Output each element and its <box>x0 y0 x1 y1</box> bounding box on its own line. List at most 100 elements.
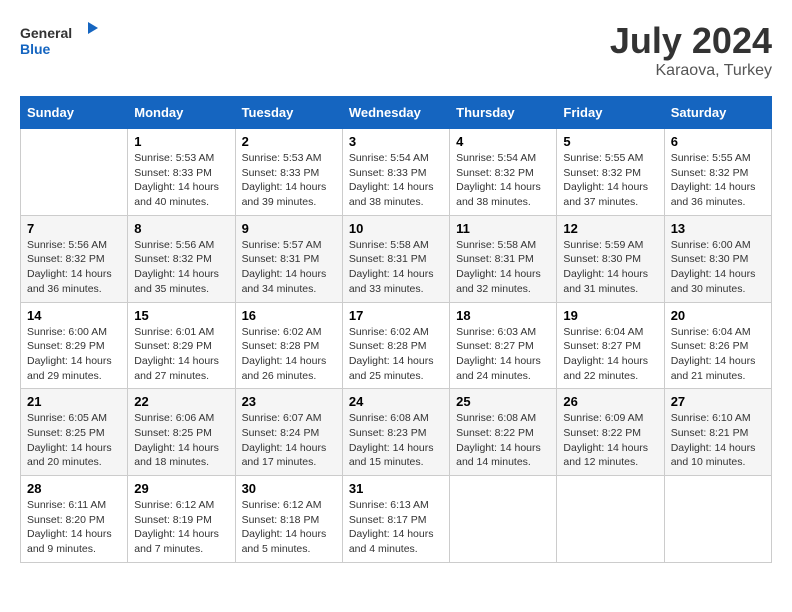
calendar-cell: 24 Sunrise: 6:08 AMSunset: 8:23 PMDayligh… <box>342 389 449 476</box>
day-info: Sunrise: 5:59 AMSunset: 8:30 PMDaylight:… <box>563 238 657 297</box>
calendar-cell: 17 Sunrise: 6:02 AMSunset: 8:28 PMDayligh… <box>342 302 449 389</box>
day-number: 14 <box>27 308 121 323</box>
day-number: 5 <box>563 134 657 149</box>
calendar-cell <box>664 476 771 563</box>
calendar-cell: 27 Sunrise: 6:10 AMSunset: 8:21 PMDayligh… <box>664 389 771 476</box>
day-number: 21 <box>27 394 121 409</box>
calendar-cell: 3 Sunrise: 5:54 AMSunset: 8:33 PMDaylight… <box>342 129 449 216</box>
day-number: 18 <box>456 308 550 323</box>
day-info: Sunrise: 6:08 AMSunset: 8:22 PMDaylight:… <box>456 411 550 470</box>
calendar-cell <box>21 129 128 216</box>
day-header-tuesday: Tuesday <box>235 97 342 129</box>
day-info: Sunrise: 5:58 AMSunset: 8:31 PMDaylight:… <box>456 238 550 297</box>
day-number: 26 <box>563 394 657 409</box>
calendar-cell <box>557 476 664 563</box>
calendar-cell: 31 Sunrise: 6:13 AMSunset: 8:17 PMDayligh… <box>342 476 449 563</box>
day-info: Sunrise: 6:00 AMSunset: 8:30 PMDaylight:… <box>671 238 765 297</box>
day-number: 29 <box>134 481 228 496</box>
calendar-week-row: 28 Sunrise: 6:11 AMSunset: 8:20 PMDayligh… <box>21 476 772 563</box>
day-number: 31 <box>349 481 443 496</box>
day-info: Sunrise: 5:53 AMSunset: 8:33 PMDaylight:… <box>134 151 228 210</box>
day-number: 16 <box>242 308 336 323</box>
calendar-cell: 29 Sunrise: 6:12 AMSunset: 8:19 PMDayligh… <box>128 476 235 563</box>
day-number: 24 <box>349 394 443 409</box>
day-header-wednesday: Wednesday <box>342 97 449 129</box>
calendar-week-row: 14Sunrise: 6:00 AMSunset: 8:29 PMDayligh… <box>21 302 772 389</box>
day-number: 6 <box>671 134 765 149</box>
calendar-cell <box>450 476 557 563</box>
calendar-cell: 6Sunrise: 5:55 AMSunset: 8:32 PMDaylight… <box>664 129 771 216</box>
calendar-cell: 2 Sunrise: 5:53 AMSunset: 8:33 PMDaylight… <box>235 129 342 216</box>
day-number: 15 <box>134 308 228 323</box>
day-header-sunday: Sunday <box>21 97 128 129</box>
day-header-friday: Friday <box>557 97 664 129</box>
day-number: 17 <box>349 308 443 323</box>
calendar-cell: 28 Sunrise: 6:11 AMSunset: 8:20 PMDayligh… <box>21 476 128 563</box>
day-number: 8 <box>134 221 228 236</box>
day-number: 13 <box>671 221 765 236</box>
day-info: Sunrise: 6:11 AMSunset: 8:20 PMDaylight:… <box>27 498 121 557</box>
calendar-cell: 8Sunrise: 5:56 AMSunset: 8:32 PMDaylight… <box>128 215 235 302</box>
title-block: July 2024 Karaova, Turkey <box>610 20 772 80</box>
calendar-cell: 11Sunrise: 5:58 AMSunset: 8:31 PMDayligh… <box>450 215 557 302</box>
calendar-cell: 23 Sunrise: 6:07 AMSunset: 8:24 PMDayligh… <box>235 389 342 476</box>
day-info: Sunrise: 6:07 AMSunset: 8:24 PMDaylight:… <box>242 411 336 470</box>
day-info: Sunrise: 6:10 AMSunset: 8:21 PMDaylight:… <box>671 411 765 470</box>
calendar-cell: 13 Sunrise: 6:00 AMSunset: 8:30 PMDayligh… <box>664 215 771 302</box>
day-number: 30 <box>242 481 336 496</box>
calendar-cell: 16 Sunrise: 6:02 AMSunset: 8:28 PMDayligh… <box>235 302 342 389</box>
day-info: Sunrise: 6:13 AMSunset: 8:17 PMDaylight:… <box>349 498 443 557</box>
day-info: Sunrise: 6:06 AMSunset: 8:25 PMDaylight:… <box>134 411 228 470</box>
day-number: 23 <box>242 394 336 409</box>
calendar-header-row: SundayMondayTuesdayWednesdayThursdayFrid… <box>21 97 772 129</box>
calendar-cell: 14Sunrise: 6:00 AMSunset: 8:29 PMDayligh… <box>21 302 128 389</box>
day-info: Sunrise: 5:54 AMSunset: 8:33 PMDaylight:… <box>349 151 443 210</box>
day-number: 25 <box>456 394 550 409</box>
day-number: 28 <box>27 481 121 496</box>
day-info: Sunrise: 6:02 AMSunset: 8:28 PMDaylight:… <box>349 325 443 384</box>
day-number: 2 <box>242 134 336 149</box>
month-year-title: July 2024 <box>610 20 772 62</box>
day-info: Sunrise: 6:04 AMSunset: 8:26 PMDaylight:… <box>671 325 765 384</box>
day-number: 19 <box>563 308 657 323</box>
day-info: Sunrise: 6:08 AMSunset: 8:23 PMDaylight:… <box>349 411 443 470</box>
day-info: Sunrise: 6:05 AMSunset: 8:25 PMDaylight:… <box>27 411 121 470</box>
page-header: General Blue July 2024 Karaova, Turkey <box>20 20 772 80</box>
calendar-cell: 10 Sunrise: 5:58 AMSunset: 8:31 PMDayligh… <box>342 215 449 302</box>
day-number: 4 <box>456 134 550 149</box>
day-number: 3 <box>349 134 443 149</box>
calendar-week-row: 1 Sunrise: 5:53 AMSunset: 8:33 PMDaylight… <box>21 129 772 216</box>
day-header-saturday: Saturday <box>664 97 771 129</box>
day-info: Sunrise: 6:12 AMSunset: 8:19 PMDaylight:… <box>134 498 228 557</box>
calendar-cell: 20 Sunrise: 6:04 AMSunset: 8:26 PMDayligh… <box>664 302 771 389</box>
calendar-cell: 30Sunrise: 6:12 AMSunset: 8:18 PMDayligh… <box>235 476 342 563</box>
calendar-cell: 7Sunrise: 5:56 AMSunset: 8:32 PMDaylight… <box>21 215 128 302</box>
calendar-cell: 25 Sunrise: 6:08 AMSunset: 8:22 PMDayligh… <box>450 389 557 476</box>
svg-text:General: General <box>20 25 72 41</box>
day-info: Sunrise: 5:53 AMSunset: 8:33 PMDaylight:… <box>242 151 336 210</box>
day-number: 12 <box>563 221 657 236</box>
calendar-week-row: 7Sunrise: 5:56 AMSunset: 8:32 PMDaylight… <box>21 215 772 302</box>
calendar-cell: 12 Sunrise: 5:59 AMSunset: 8:30 PMDayligh… <box>557 215 664 302</box>
day-info: Sunrise: 6:04 AMSunset: 8:27 PMDaylight:… <box>563 325 657 384</box>
calendar-cell: 1 Sunrise: 5:53 AMSunset: 8:33 PMDaylight… <box>128 129 235 216</box>
day-info: Sunrise: 6:09 AMSunset: 8:22 PMDaylight:… <box>563 411 657 470</box>
calendar-cell: 9Sunrise: 5:57 AMSunset: 8:31 PMDaylight… <box>235 215 342 302</box>
day-number: 1 <box>134 134 228 149</box>
day-number: 27 <box>671 394 765 409</box>
calendar-cell: 5Sunrise: 5:55 AMSunset: 8:32 PMDaylight… <box>557 129 664 216</box>
day-number: 10 <box>349 221 443 236</box>
day-number: 20 <box>671 308 765 323</box>
calendar-cell: 19 Sunrise: 6:04 AMSunset: 8:27 PMDayligh… <box>557 302 664 389</box>
day-info: Sunrise: 6:02 AMSunset: 8:28 PMDaylight:… <box>242 325 336 384</box>
calendar-cell: 22Sunrise: 6:06 AMSunset: 8:25 PMDayligh… <box>128 389 235 476</box>
svg-text:Blue: Blue <box>20 41 51 57</box>
location-subtitle: Karaova, Turkey <box>610 62 772 80</box>
calendar-cell: 15Sunrise: 6:01 AMSunset: 8:29 PMDayligh… <box>128 302 235 389</box>
day-info: Sunrise: 5:58 AMSunset: 8:31 PMDaylight:… <box>349 238 443 297</box>
calendar-cell: 18 Sunrise: 6:03 AMSunset: 8:27 PMDayligh… <box>450 302 557 389</box>
day-info: Sunrise: 5:57 AMSunset: 8:31 PMDaylight:… <box>242 238 336 297</box>
day-number: 7 <box>27 221 121 236</box>
day-info: Sunrise: 6:03 AMSunset: 8:27 PMDaylight:… <box>456 325 550 384</box>
calendar-cell: 4Sunrise: 5:54 AMSunset: 8:32 PMDaylight… <box>450 129 557 216</box>
